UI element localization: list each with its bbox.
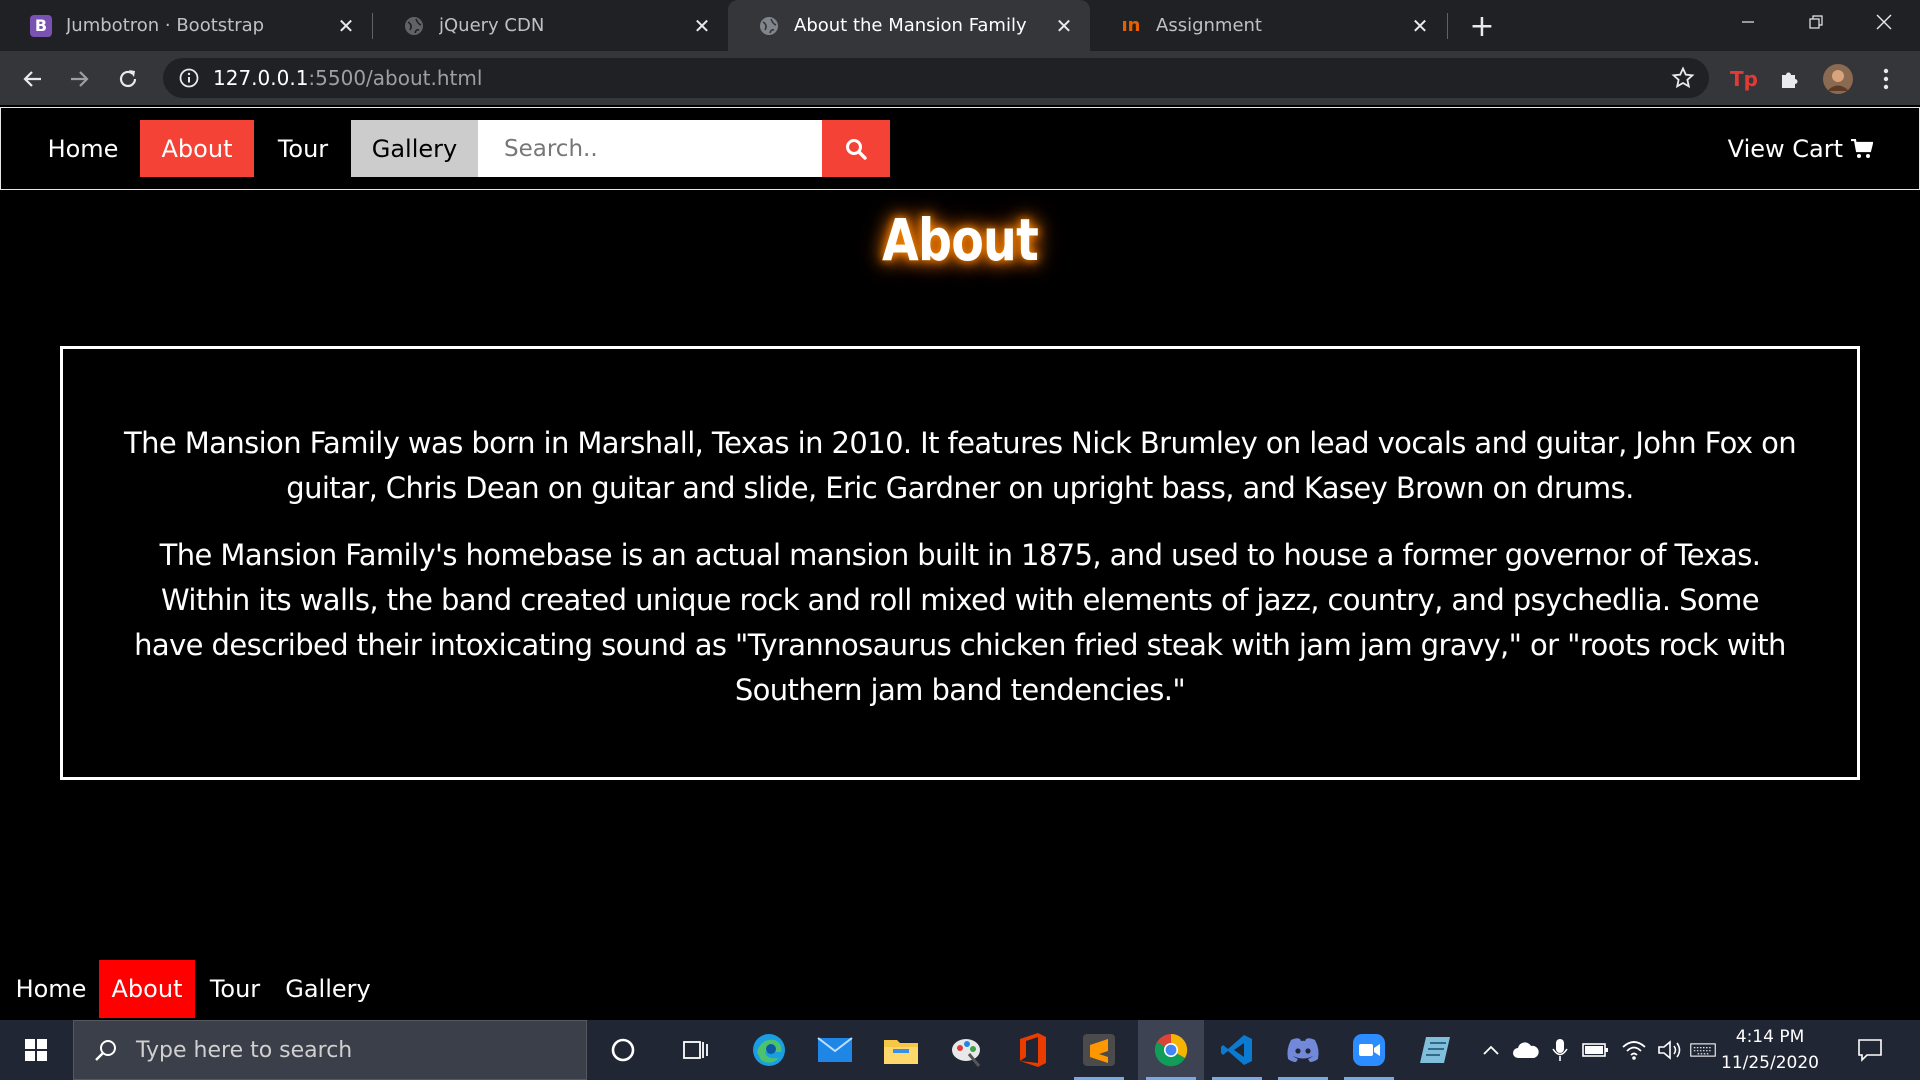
search-icon: [844, 137, 868, 161]
windows-taskbar: Type here to search 4:14 PM 11/25/2020: [0, 1020, 1920, 1080]
mail-icon[interactable]: [802, 1020, 868, 1080]
kebab-menu-icon[interactable]: [1870, 63, 1902, 95]
reload-icon[interactable]: [112, 63, 144, 95]
clock-time: 4:14 PM: [1735, 1027, 1805, 1047]
zoom-icon[interactable]: [1336, 1020, 1402, 1080]
taskbar-search-box[interactable]: Type here to search: [73, 1020, 587, 1080]
task-view-icon[interactable]: [662, 1020, 728, 1080]
bootstrap-icon: B: [30, 14, 52, 37]
restore-icon[interactable]: [1782, 0, 1850, 44]
footer-nav-tour[interactable]: Tour: [196, 960, 274, 1018]
close-icon[interactable]: ✕: [1408, 14, 1432, 38]
file-explorer-icon[interactable]: [868, 1020, 934, 1080]
tab-assignment[interactable]: ın Assignment ✕: [1090, 0, 1446, 51]
footer-nav-gallery[interactable]: Gallery: [275, 960, 381, 1018]
notifications-icon[interactable]: [1846, 1020, 1894, 1080]
cortana-icon[interactable]: [590, 1020, 656, 1080]
nav-about[interactable]: About: [140, 120, 254, 177]
shopping-cart-icon: [1851, 138, 1873, 159]
extension-tp-icon[interactable]: Tp: [1728, 63, 1760, 95]
globe-icon: [403, 15, 425, 37]
windows-start-icon[interactable]: [0, 1020, 72, 1080]
tab-title: Jumbotron · Bootstrap: [66, 15, 265, 36]
view-cart-label: View Cart: [1727, 134, 1843, 163]
tab-about-mansion-family[interactable]: About the Mansion Family ✕: [728, 0, 1090, 51]
about-paragraph: The Mansion Family was born in Marshall,…: [123, 426, 1797, 505]
paint-icon[interactable]: [934, 1020, 1000, 1080]
tab-title: Assignment: [1156, 15, 1262, 36]
office-icon[interactable]: [1000, 1020, 1066, 1080]
bookmark-star-icon[interactable]: [1671, 66, 1695, 90]
close-window-icon[interactable]: [1850, 0, 1918, 44]
close-icon[interactable]: ✕: [1052, 14, 1076, 38]
tab-title: About the Mansion Family: [794, 15, 1027, 36]
footer-nav-home[interactable]: Home: [4, 960, 98, 1018]
tab-separator: [1447, 13, 1448, 39]
search-button[interactable]: [822, 120, 890, 177]
close-icon[interactable]: ✕: [334, 14, 358, 38]
close-icon[interactable]: ✕: [690, 14, 714, 38]
notes-app-icon[interactable]: [1402, 1020, 1468, 1080]
keyboard-icon[interactable]: [1690, 1020, 1716, 1080]
discord-icon[interactable]: [1270, 1020, 1336, 1080]
globe-icon: [758, 15, 780, 37]
footer-nav-about[interactable]: About: [99, 960, 195, 1018]
edge-browser-icon[interactable]: [736, 1020, 802, 1080]
browser-toolbar: 127.0.0.1:5500/about.html Tp: [0, 51, 1920, 105]
url-path: :5500/about.html: [308, 66, 483, 90]
info-icon[interactable]: [179, 68, 199, 88]
about-paragraph: The Mansion Family's homebase is an actu…: [134, 538, 1786, 707]
profile-avatar[interactable]: [1822, 63, 1854, 95]
instructure-icon: ın: [1121, 15, 1141, 36]
forward-arrow-icon[interactable]: [64, 63, 96, 95]
sublime-text-icon[interactable]: [1066, 1020, 1132, 1080]
site-top-nav: Home About Tour Gallery View Cart: [0, 107, 1920, 190]
battery-icon[interactable]: [1576, 1020, 1616, 1080]
chrome-icon[interactable]: [1138, 1020, 1204, 1080]
onedrive-cloud-icon[interactable]: [1508, 1020, 1544, 1080]
taskbar-search-placeholder: Type here to search: [136, 1037, 353, 1063]
nav-home[interactable]: Home: [36, 120, 130, 177]
tab-jumbotron[interactable]: B Jumbotron · Bootstrap ✕: [0, 0, 372, 51]
microphone-icon[interactable]: [1544, 1020, 1576, 1080]
nav-gallery[interactable]: Gallery: [351, 120, 478, 177]
search-input[interactable]: [478, 120, 822, 177]
page-title: About: [881, 206, 1039, 274]
vscode-icon[interactable]: [1204, 1020, 1270, 1080]
nav-tour[interactable]: Tour: [264, 120, 342, 177]
browser-tab-strip: B Jumbotron · Bootstrap ✕ jQuery CDN ✕ A…: [0, 0, 1920, 51]
search-icon: [94, 1038, 118, 1062]
clock-date: 11/25/2020: [1721, 1053, 1819, 1073]
url-host: 127.0.0.1: [213, 66, 309, 90]
extensions-puzzle-icon[interactable]: [1774, 63, 1806, 95]
back-arrow-icon[interactable]: [16, 63, 48, 95]
tab-title: jQuery CDN: [439, 15, 545, 36]
wifi-icon[interactable]: [1616, 1020, 1652, 1080]
taskbar-clock[interactable]: 4:14 PM 11/25/2020: [1716, 1020, 1824, 1080]
new-tab-button[interactable]: +: [1466, 9, 1498, 44]
view-cart-link[interactable]: View Cart: [1728, 120, 1873, 177]
tab-jquery-cdn[interactable]: jQuery CDN ✕: [373, 0, 728, 51]
address-bar[interactable]: 127.0.0.1:5500/about.html: [163, 58, 1709, 98]
about-content-box: The Mansion Family was born in Marshall,…: [60, 346, 1860, 780]
chevron-up-icon[interactable]: [1474, 1020, 1508, 1080]
volume-icon[interactable]: [1652, 1020, 1688, 1080]
minimize-icon[interactable]: [1714, 0, 1782, 44]
